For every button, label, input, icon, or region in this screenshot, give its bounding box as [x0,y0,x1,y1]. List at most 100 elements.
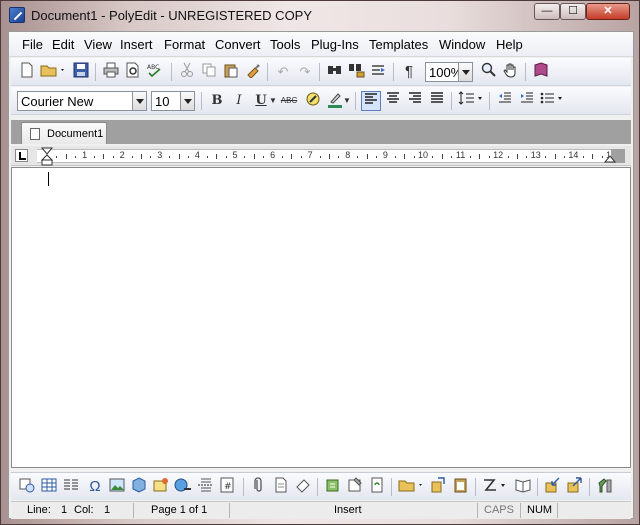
text-caret [48,172,49,186]
maximize-button[interactable]: ☐ [560,3,586,20]
cut-icon[interactable] [177,62,197,82]
underline-dropdown-icon[interactable]: ▼ [269,91,277,111]
clipboard-icon[interactable] [451,477,471,497]
menu-help[interactable]: Help [496,37,523,52]
redo-icon[interactable]: ↷ [295,62,315,82]
attach-file-icon[interactable] [249,477,269,497]
style-dropdown-icon[interactable] [481,477,509,497]
ruler-tick [601,156,603,158]
spell-check-icon[interactable]: ABC [145,62,165,82]
help-book-icon[interactable] [531,62,551,82]
eraser-icon[interactable] [293,477,313,497]
print-icon[interactable] [101,62,121,82]
ruler-tick [225,156,227,158]
decrease-indent-icon[interactable] [495,91,515,111]
ruler[interactable]: 123456789101112131415 [11,146,631,166]
align-left-button[interactable] [361,91,381,111]
ruler-tick [94,156,95,158]
copy-icon[interactable] [199,62,219,82]
tab-label: Document1 [47,128,104,140]
menu-templates[interactable]: Templates [369,37,428,52]
find-icon[interactable] [325,62,345,82]
export-icon[interactable] [429,477,449,497]
highlight-icon[interactable] [303,91,323,111]
menu-insert[interactable]: Insert [120,37,153,52]
document-editor[interactable] [11,167,631,468]
close-button[interactable]: ✕ [586,3,630,20]
show-formatting-marks-icon[interactable]: ¶ [399,62,419,82]
insert-symbol-icon[interactable]: Ω [85,477,105,497]
ruler-tick [376,156,377,158]
insert-page-break-icon[interactable] [195,477,215,497]
font-name-combo[interactable]: Courier New [17,91,147,111]
minimize-button[interactable]: — [534,3,560,20]
import-icon[interactable] [543,477,563,497]
goto-icon[interactable] [369,62,389,82]
save-icon[interactable] [71,62,91,82]
title-bar[interactable]: Document1 - PolyEdit - UNREGISTERED COPY… [1,1,639,31]
reading-mode-icon[interactable] [513,477,533,497]
ruler-tick [141,154,142,159]
send-icon[interactable] [565,477,585,497]
menu-format[interactable]: Format [164,37,205,52]
menu-plugins[interactable]: Plug-Ins [311,37,359,52]
bold-button[interactable]: B [207,91,227,111]
font-name-dropdown-arrow-icon[interactable] [132,92,146,110]
tab-document1[interactable]: Document1 [21,122,107,144]
tab-stop-selector-icon[interactable] [15,149,28,162]
insert-clipart-icon[interactable] [151,477,171,497]
insert-hyperlink-icon[interactable] [173,477,193,497]
line-spacing-icon[interactable] [457,91,485,111]
hand-tool-icon[interactable] [501,62,521,82]
menu-view[interactable]: View [84,37,112,52]
tools-icon[interactable] [595,477,615,497]
undo-icon[interactable]: ↶ [273,62,293,82]
font-color-dropdown-icon[interactable]: ▼ [343,91,351,111]
increase-indent-icon[interactable] [517,91,537,111]
insert-file-icon[interactable] [271,477,291,497]
menu-convert[interactable]: Convert [215,37,261,52]
open-recent-icon[interactable] [397,477,425,497]
bullet-list-icon[interactable] [539,91,567,111]
svg-text:#: # [224,482,232,492]
menu-edit[interactable]: Edit [52,37,74,52]
insert-picture-icon[interactable] [107,477,127,497]
paste-icon[interactable] [221,62,241,82]
insert-columns-icon[interactable] [61,477,81,497]
open-folder-icon[interactable] [39,62,67,82]
right-indent-marker-icon[interactable] [604,151,616,163]
align-center-button[interactable] [383,91,403,111]
zoom-dropdown-arrow-icon[interactable] [458,63,472,81]
italic-button[interactable]: I [229,91,249,111]
ruler-number: 9 [382,150,388,160]
format-painter-icon[interactable] [243,62,263,82]
find-replace-icon[interactable] [347,62,367,82]
ruler-number: 5 [232,150,238,160]
refresh-document-icon[interactable] [367,477,387,497]
properties-icon[interactable] [345,477,365,497]
font-size-dropdown-arrow-icon[interactable] [180,92,194,110]
justify-button[interactable] [427,91,447,111]
zoom-combo[interactable]: 100% [425,62,473,82]
insert-object-icon[interactable] [129,477,149,497]
new-document-icon[interactable] [17,62,37,82]
menu-tools[interactable]: Tools [270,37,300,52]
insert-date-time-icon[interactable] [17,477,37,497]
zoom-icon[interactable] [479,62,499,82]
font-color-icon[interactable] [325,91,345,111]
insert-table-icon[interactable] [39,477,59,497]
ruler-tick [470,156,471,158]
polyedit-app-icon[interactable] [9,7,25,23]
underline-button[interactable]: U [251,91,271,111]
ruler-tick [564,156,565,158]
ruler-number: 6 [270,150,276,160]
macro-icon[interactable] [323,477,343,497]
font-size-combo[interactable]: 10 [151,91,195,111]
strikethrough-button[interactable]: ABC [279,91,299,111]
menu-window[interactable]: Window [439,37,485,52]
indent-marker-icon[interactable] [41,147,53,167]
menu-file[interactable]: File [22,37,43,52]
align-right-button[interactable] [405,91,425,111]
print-preview-icon[interactable] [123,62,143,82]
insert-page-number-icon[interactable]: # [217,477,237,497]
